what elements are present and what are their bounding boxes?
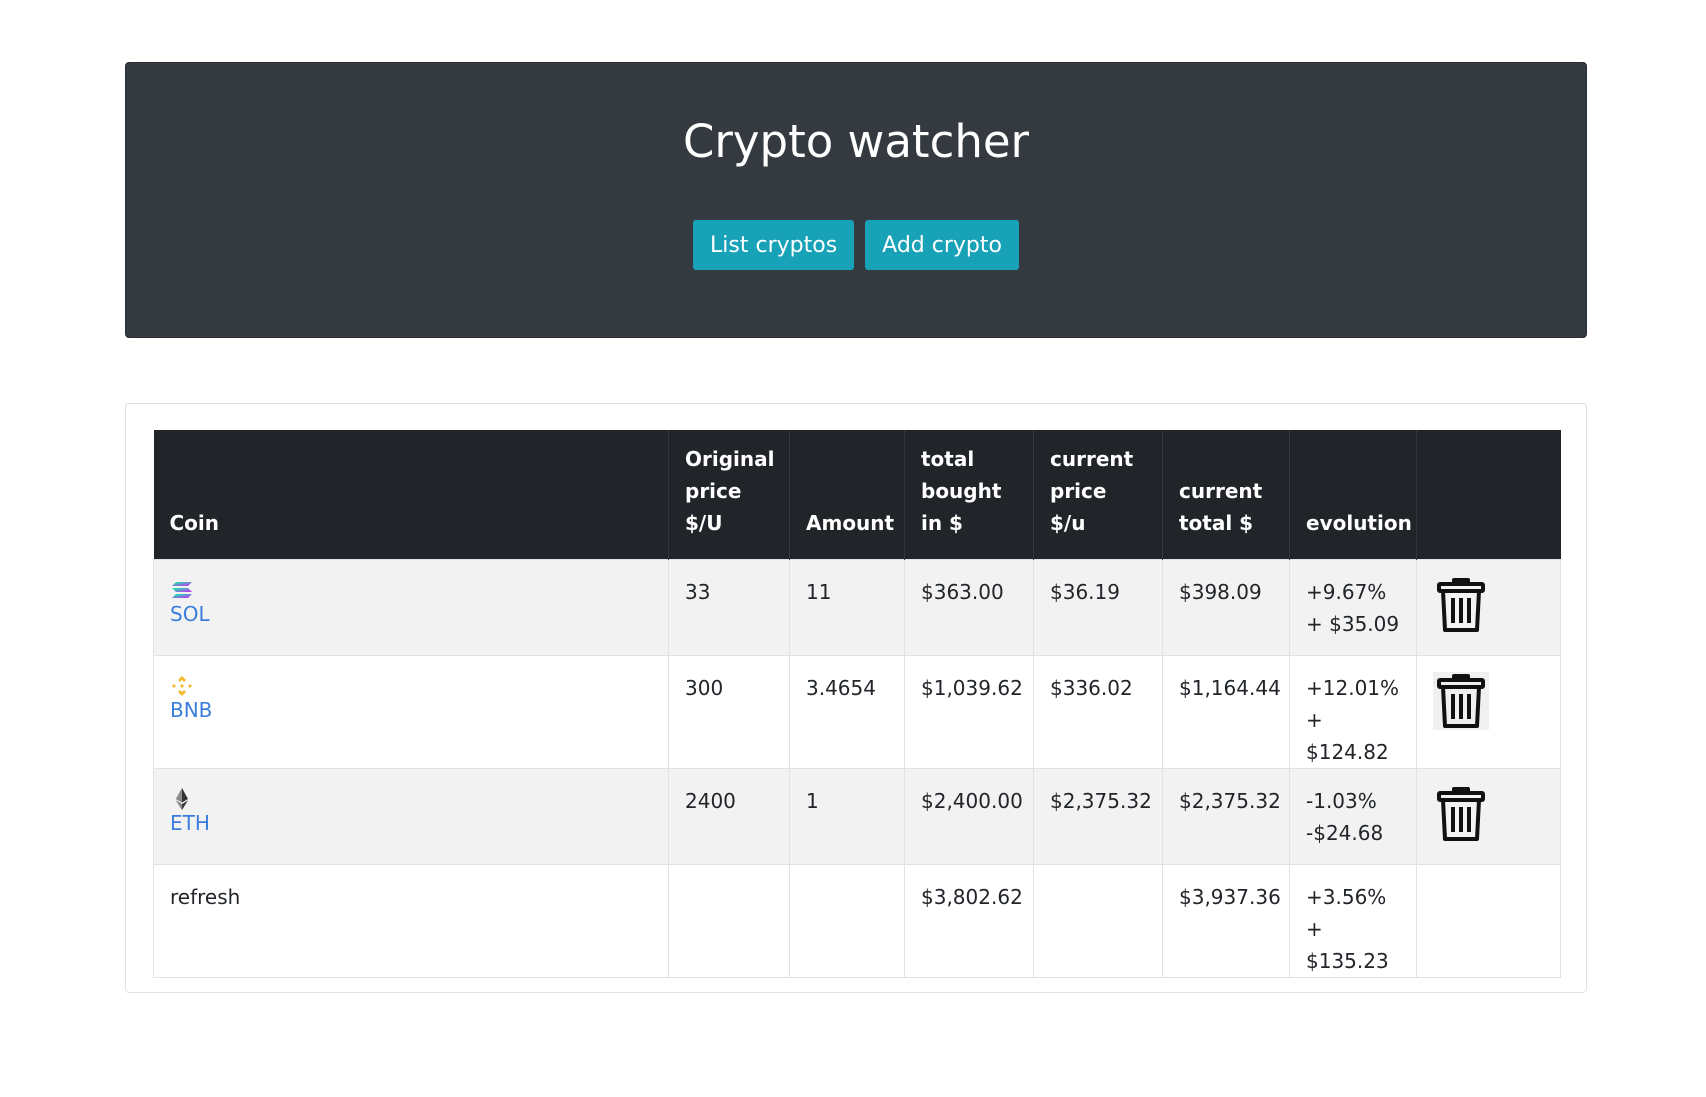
current-price-cell: $2,375.32	[1033, 767, 1163, 865]
crypto-table-card: Coin Original price $/U Amount total bou…	[125, 403, 1587, 993]
evolution-percent: -1.03%	[1306, 788, 1377, 813]
current-total-cell: $398.09	[1162, 558, 1290, 656]
table-row: SOL 33 11 $363.00 $36.19 $398.09 +9.67% …	[153, 558, 1561, 656]
coin-link-sol[interactable]: SOL	[170, 602, 652, 626]
coin-cell: BNB	[153, 654, 669, 769]
col-header-amount: Amount	[789, 430, 905, 559]
original-price-cell: 2400	[668, 767, 790, 865]
current-price-cell: $336.02	[1033, 654, 1163, 769]
total-bought-cell: $2,400.00	[904, 767, 1034, 865]
solana-icon	[172, 581, 192, 598]
original-price-cell: 33	[668, 558, 790, 656]
actions-cell	[1416, 654, 1561, 769]
empty-cell	[668, 863, 790, 978]
current-total-cell: $2,375.32	[1162, 767, 1290, 865]
current-total-cell: $1,164.44	[1162, 654, 1290, 769]
empty-cell	[1033, 863, 1163, 978]
trash-icon[interactable]	[1433, 671, 1489, 730]
col-header-current-total: current total $	[1162, 430, 1290, 559]
coin-link-eth[interactable]: ETH	[170, 811, 652, 835]
coin-link-bnb[interactable]: BNB	[170, 698, 652, 722]
evolution-amount: + $35.09	[1306, 611, 1400, 636]
total-bought-cell: $363.00	[904, 558, 1034, 656]
col-header-evolution: evolution	[1289, 430, 1417, 559]
evolution-amount: -$24.68	[1306, 820, 1384, 845]
empty-cell	[789, 863, 905, 978]
header-buttons: List cryptos Add crypto	[126, 220, 1586, 270]
evolution-amount: + $135.23	[1306, 916, 1389, 973]
amount-cell: 3.4654	[789, 654, 905, 769]
evolution-percent: +12.01%	[1306, 675, 1400, 700]
evolution-percent: +9.67%	[1306, 579, 1387, 604]
col-header-total-bought: total bought in $	[904, 430, 1034, 559]
col-header-original-price: Original price $/U	[668, 430, 790, 559]
header-banner: Crypto watcher List cryptos Add crypto	[125, 62, 1587, 338]
table-row: BNB 300 3.4654 $1,039.62 $336.02 $1,164.…	[153, 654, 1561, 769]
totals-row: refresh $3,802.62 $3,937.36 +3.56% + $13…	[153, 863, 1561, 978]
table-row: ETH 2400 1 $2,400.00 $2,375.32 $2,375.32…	[153, 767, 1561, 865]
crypto-table: Coin Original price $/U Amount total bou…	[153, 430, 1561, 978]
actions-cell	[1416, 767, 1561, 865]
evolution-cell: -1.03% -$24.68	[1289, 767, 1417, 865]
ethereum-icon	[176, 787, 188, 810]
binance-icon	[172, 675, 192, 696]
evolution-cell: +9.67% + $35.09	[1289, 558, 1417, 656]
table-header-row: Coin Original price $/U Amount total bou…	[153, 430, 1561, 559]
col-header-coin: Coin	[153, 430, 669, 559]
original-price-cell: 300	[668, 654, 790, 769]
amount-cell: 11	[789, 558, 905, 656]
current-price-cell: $36.19	[1033, 558, 1163, 656]
total-bought-sum-cell: $3,802.62	[904, 863, 1034, 978]
coin-cell: SOL	[153, 558, 669, 656]
col-header-actions	[1416, 430, 1561, 559]
coin-cell: ETH	[153, 767, 669, 865]
trash-icon[interactable]	[1433, 785, 1489, 843]
evolution-amount: + $124.82	[1306, 707, 1389, 764]
trash-icon[interactable]	[1433, 576, 1489, 634]
actions-cell	[1416, 558, 1561, 656]
evolution-percent: +3.56%	[1306, 884, 1387, 909]
page-title: Crypto watcher	[682, 115, 1030, 168]
refresh-link[interactable]: refresh	[170, 885, 240, 909]
refresh-cell: refresh	[153, 863, 669, 978]
evolution-total-cell: +3.56% + $135.23	[1289, 863, 1417, 978]
col-header-current-price: current price $/u	[1033, 430, 1163, 559]
amount-cell: 1	[789, 767, 905, 865]
current-total-sum-cell: $3,937.36	[1162, 863, 1290, 978]
add-crypto-button[interactable]: Add crypto	[865, 220, 1019, 270]
list-cryptos-button[interactable]: List cryptos	[693, 220, 855, 270]
total-bought-cell: $1,039.62	[904, 654, 1034, 769]
evolution-cell: +12.01% + $124.82	[1289, 654, 1417, 769]
empty-cell	[1416, 863, 1561, 978]
